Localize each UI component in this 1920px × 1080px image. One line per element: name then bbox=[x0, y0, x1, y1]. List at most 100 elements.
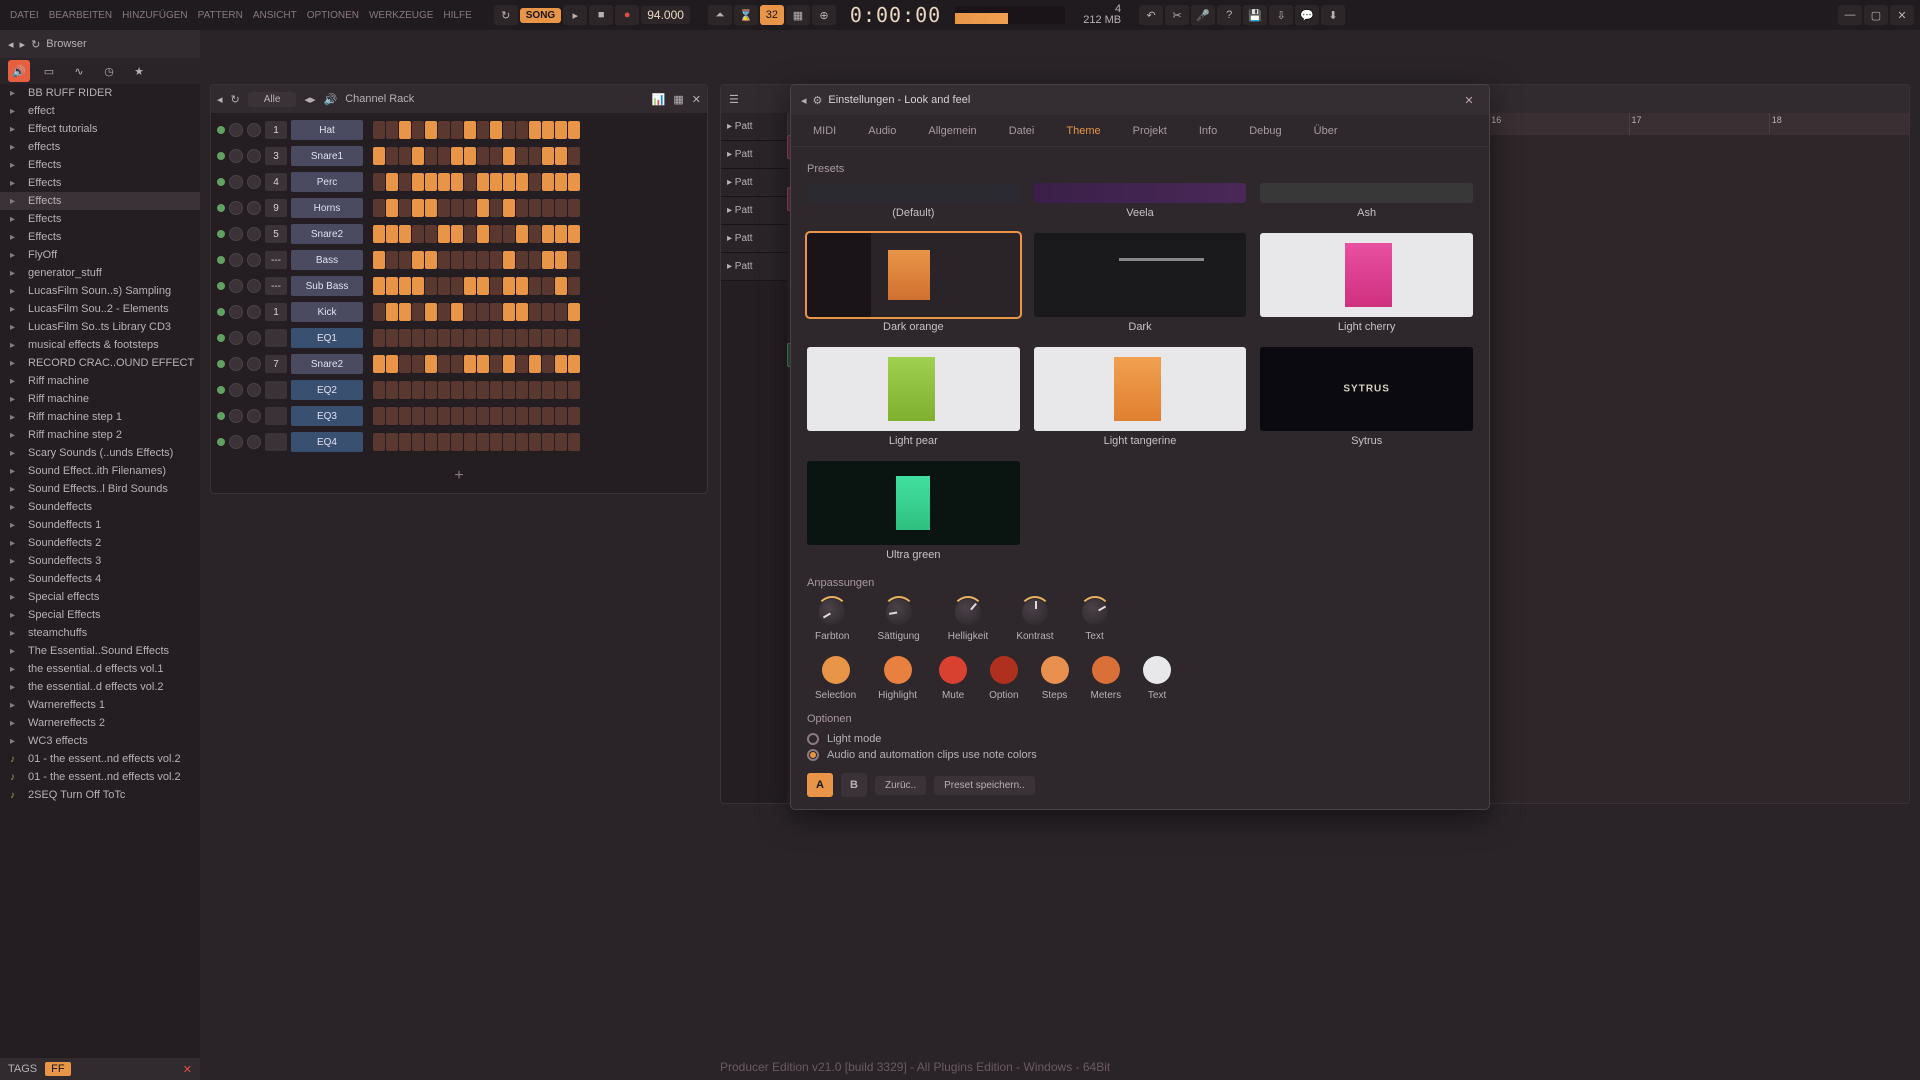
menu-optionen[interactable]: OPTIONEN bbox=[303, 10, 363, 21]
step-button[interactable] bbox=[373, 355, 385, 373]
theme-preset-light-tangerine[interactable]: Light tangerine bbox=[1034, 347, 1247, 447]
option-radio[interactable] bbox=[807, 733, 819, 745]
step-button[interactable] bbox=[516, 355, 528, 373]
step-button[interactable] bbox=[412, 173, 424, 191]
step-button[interactable] bbox=[490, 173, 502, 191]
step-button[interactable] bbox=[555, 121, 567, 139]
ruler-tick[interactable]: 16 bbox=[1488, 113, 1628, 135]
step-button[interactable] bbox=[425, 277, 437, 295]
step-button[interactable] bbox=[425, 433, 437, 451]
step-button[interactable] bbox=[373, 433, 385, 451]
step-button[interactable] bbox=[438, 147, 450, 165]
theme-preset-sytrus[interactable]: Sytrus bbox=[1260, 347, 1473, 447]
channel-rack-header[interactable]: ◂ ↻ Alle ◂▸ 🔊 Channel Rack 📊 ▦ ✕ bbox=[211, 85, 707, 113]
step-button[interactable] bbox=[373, 147, 385, 165]
ab-compare-a-button[interactable]: A bbox=[807, 773, 833, 797]
step-button[interactable] bbox=[490, 277, 502, 295]
step-button[interactable] bbox=[399, 173, 411, 191]
browser-item[interactable]: ▸musical effects & footsteps bbox=[0, 336, 200, 354]
channel-enable-dot[interactable] bbox=[217, 152, 225, 160]
cr-forward-icon[interactable]: ↻ bbox=[231, 93, 240, 106]
browser-item[interactable]: ▸Scary Sounds (..unds Effects) bbox=[0, 444, 200, 462]
mute-color-swatch[interactable] bbox=[939, 656, 967, 684]
step-button[interactable] bbox=[503, 199, 515, 217]
settings-tab-midi[interactable]: MIDI bbox=[799, 121, 850, 141]
menu-hilfe[interactable]: HILFE bbox=[439, 10, 475, 21]
step-button[interactable] bbox=[438, 121, 450, 139]
channel-vol-knob[interactable] bbox=[247, 253, 261, 267]
step-icon[interactable]: ▦ bbox=[786, 5, 810, 25]
step-button[interactable] bbox=[451, 407, 463, 425]
ab-compare-b-button[interactable]: B bbox=[841, 773, 867, 797]
channel-name-button[interactable]: Perc bbox=[291, 172, 363, 192]
step-button[interactable] bbox=[464, 433, 476, 451]
channel-vol-knob[interactable] bbox=[247, 279, 261, 293]
undo-icon[interactable]: ↶ bbox=[1139, 5, 1163, 25]
step-button[interactable] bbox=[490, 199, 502, 217]
step-button[interactable] bbox=[542, 121, 554, 139]
record-button[interactable]: ● bbox=[615, 5, 639, 25]
channel-enable-dot[interactable] bbox=[217, 386, 225, 394]
step-button[interactable] bbox=[373, 303, 385, 321]
step-button[interactable] bbox=[529, 121, 541, 139]
step-button[interactable] bbox=[503, 355, 515, 373]
menu-pattern[interactable]: PATTERN bbox=[194, 10, 247, 21]
save-icon[interactable]: 💾 bbox=[1243, 5, 1267, 25]
step-button[interactable] bbox=[386, 173, 398, 191]
channel-vol-knob[interactable] bbox=[247, 383, 261, 397]
minimize-button[interactable]: — bbox=[1838, 5, 1862, 25]
tags-value[interactable]: FF bbox=[45, 1062, 70, 1076]
channel-enable-dot[interactable] bbox=[217, 178, 225, 186]
step-button[interactable] bbox=[503, 329, 515, 347]
step-button[interactable] bbox=[425, 355, 437, 373]
step-button[interactable] bbox=[516, 199, 528, 217]
ruler-tick[interactable]: 18 bbox=[1769, 113, 1909, 135]
step-button[interactable] bbox=[386, 329, 398, 347]
overdub-icon[interactable]: ⊕ bbox=[812, 5, 836, 25]
step-button[interactable] bbox=[412, 355, 424, 373]
step-button[interactable] bbox=[464, 147, 476, 165]
channel-route[interactable] bbox=[265, 433, 287, 451]
browser-item[interactable]: ▸WC3 effects bbox=[0, 732, 200, 750]
step-button[interactable] bbox=[529, 329, 541, 347]
browser-item[interactable]: ▸Sound Effect..ith Filenames) bbox=[0, 462, 200, 480]
browser-item[interactable]: ▸LucasFilm Sou..2 - Elements bbox=[0, 300, 200, 318]
step-button[interactable] bbox=[542, 433, 554, 451]
mic-icon[interactable]: 🎤 bbox=[1191, 5, 1215, 25]
step-button[interactable] bbox=[386, 277, 398, 295]
channel-name-button[interactable]: Snare2 bbox=[291, 224, 363, 244]
settings-header[interactable]: ◂ ⚙ Einstellungen - Look and feel ✕ bbox=[791, 85, 1489, 115]
folder-icon[interactable]: ▭ bbox=[38, 60, 60, 82]
step-button[interactable] bbox=[477, 433, 489, 451]
meters-color-swatch[interactable] bbox=[1092, 656, 1120, 684]
settings-tab-allgemein[interactable]: Allgemein bbox=[914, 121, 990, 141]
step-button[interactable] bbox=[425, 251, 437, 269]
playlist-track-label[interactable]: ▸ Patt bbox=[721, 253, 787, 281]
step-button[interactable] bbox=[542, 147, 554, 165]
step-button[interactable] bbox=[555, 251, 567, 269]
step-button[interactable] bbox=[438, 277, 450, 295]
cr-back-icon[interactable]: ◂ bbox=[217, 93, 223, 106]
channel-route[interactable]: 3 bbox=[265, 147, 287, 165]
channel-pan-knob[interactable] bbox=[229, 123, 243, 137]
browser-item[interactable]: ♪2SEQ Turn Off ToTc bbox=[0, 786, 200, 804]
step-button[interactable] bbox=[386, 381, 398, 399]
step-button[interactable] bbox=[490, 225, 502, 243]
step-button[interactable] bbox=[490, 147, 502, 165]
step-button[interactable] bbox=[399, 329, 411, 347]
step-button[interactable] bbox=[568, 173, 580, 191]
step-button[interactable] bbox=[529, 173, 541, 191]
step-button[interactable] bbox=[412, 225, 424, 243]
browser-item[interactable]: ▸Special Effects bbox=[0, 606, 200, 624]
channel-vol-knob[interactable] bbox=[247, 227, 261, 241]
browser-item[interactable]: ♪01 - the essent..nd effects vol.2 bbox=[0, 750, 200, 768]
browser-collapse-icon[interactable]: ◂ bbox=[8, 38, 14, 51]
step-button[interactable] bbox=[542, 303, 554, 321]
step-button[interactable] bbox=[555, 329, 567, 347]
theme-preset-dark[interactable]: Dark bbox=[1034, 233, 1247, 333]
channel-enable-dot[interactable] bbox=[217, 126, 225, 134]
step-button[interactable] bbox=[386, 355, 398, 373]
cr-audio-icon[interactable]: 🔊 bbox=[323, 93, 337, 106]
channel-vol-knob[interactable] bbox=[247, 409, 261, 423]
browser-item[interactable]: ▸Soundeffects 3 bbox=[0, 552, 200, 570]
